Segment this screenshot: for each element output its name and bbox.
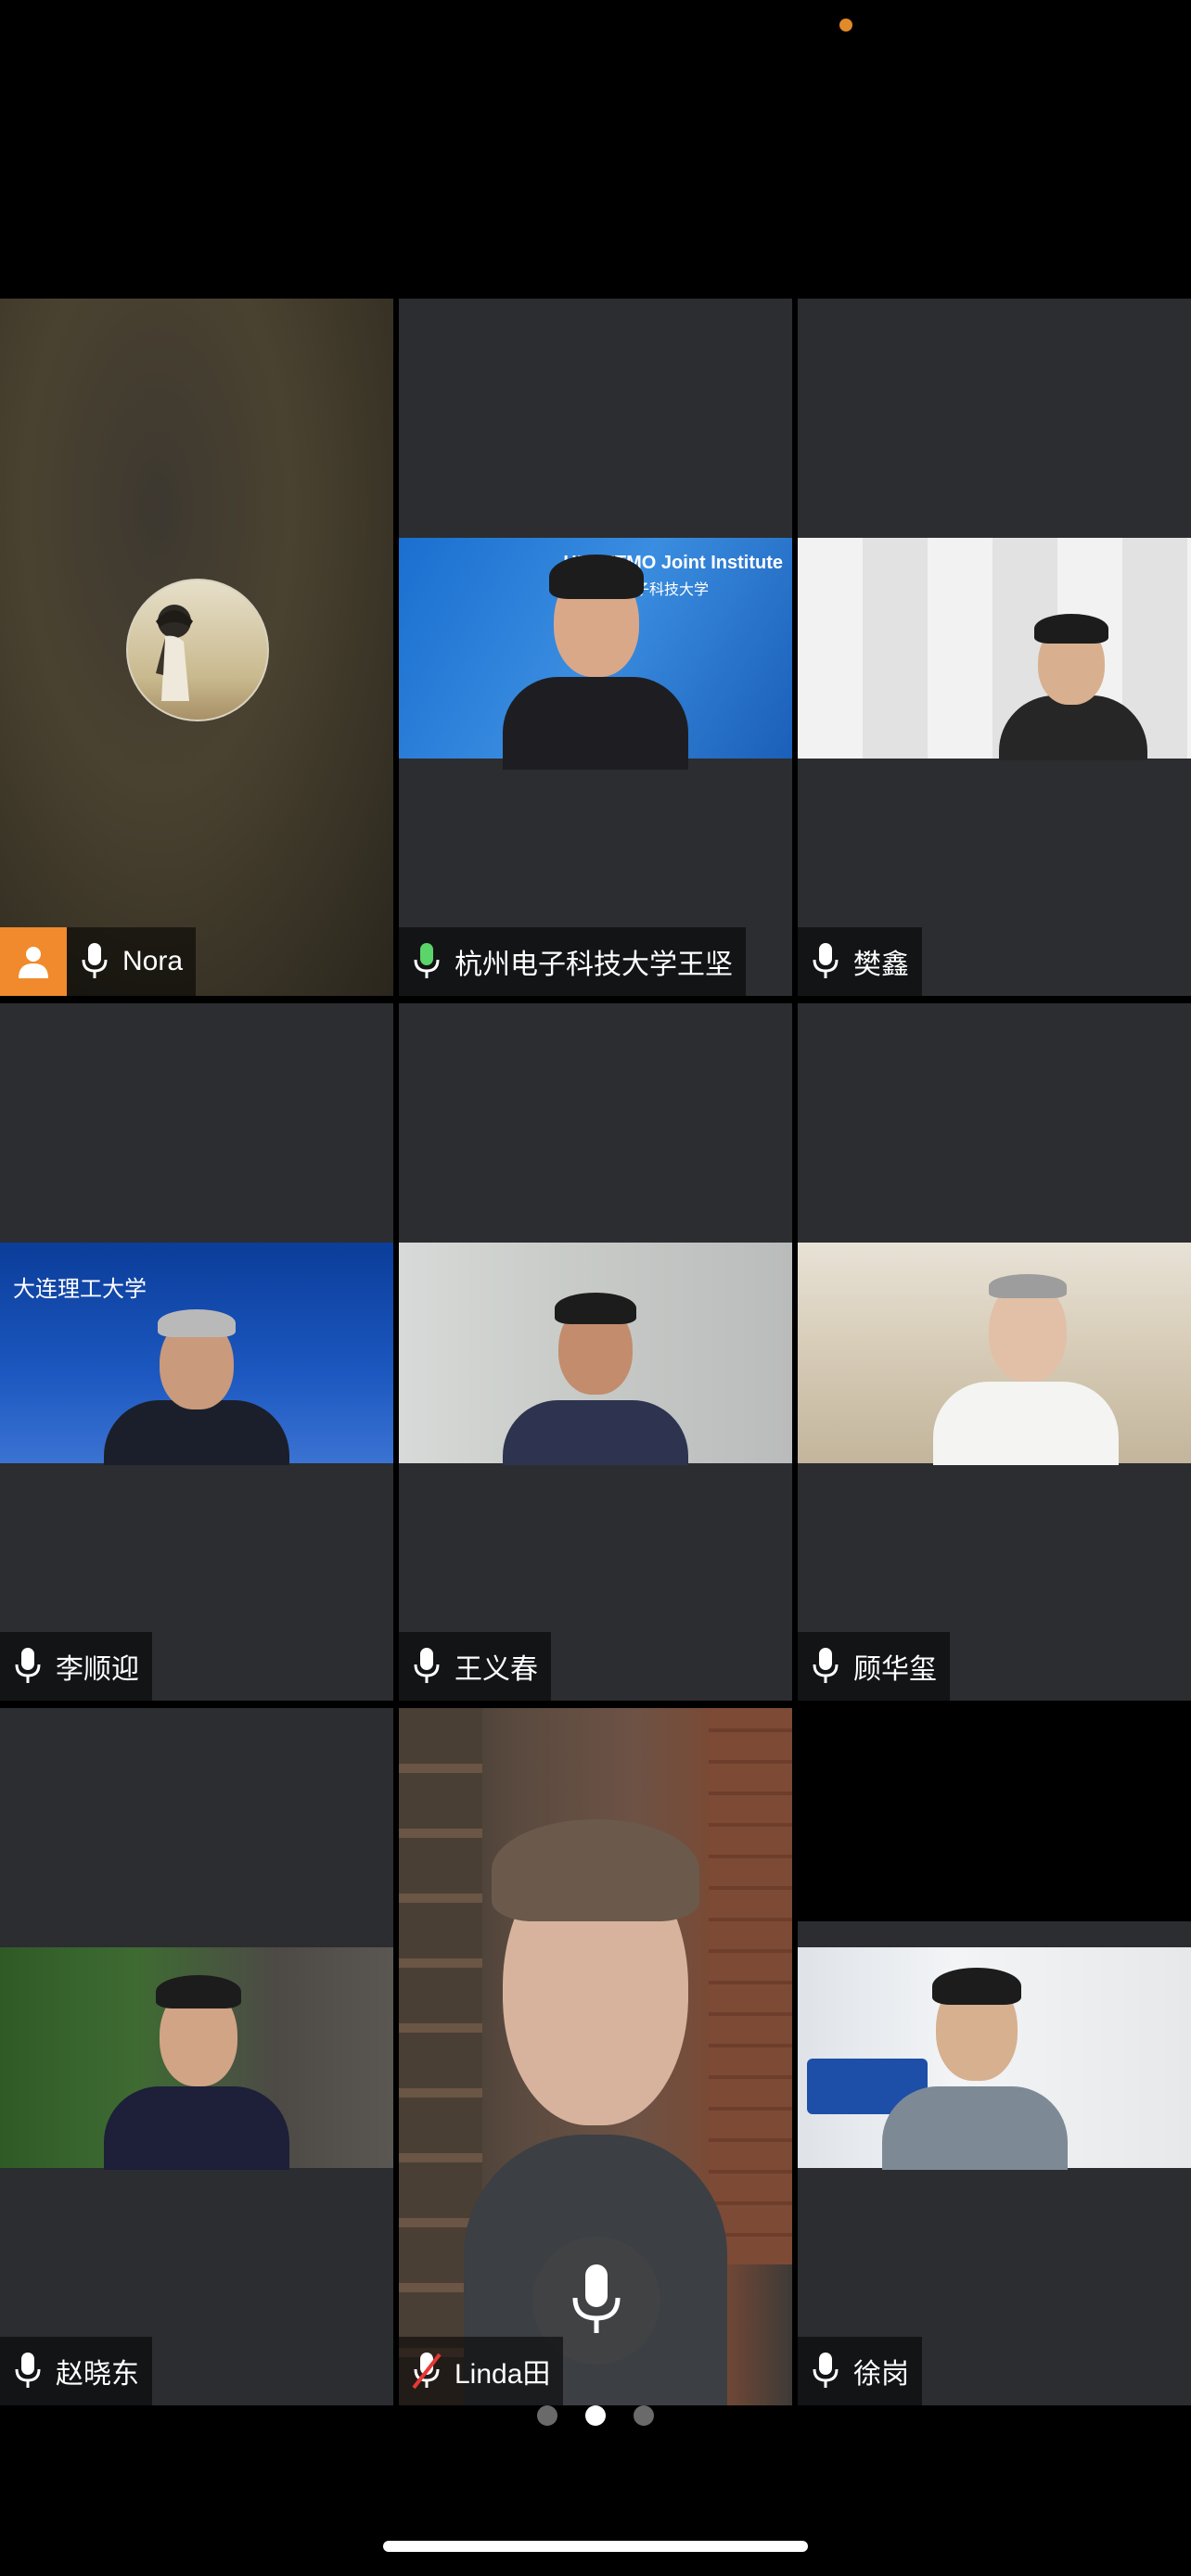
participant-name: 李顺迎 bbox=[56, 1654, 139, 1685]
video-feed bbox=[798, 1947, 1191, 2170]
participant-name-tag: 顾华玺 bbox=[798, 1632, 950, 1701]
participant-name: 赵晓东 bbox=[56, 2359, 139, 2390]
participant-name: Nora bbox=[122, 946, 184, 976]
participant-video bbox=[85, 1243, 308, 1465]
participant-tile-nora[interactable]: Nora bbox=[0, 299, 393, 996]
participant-tile-guhuaxi[interactable]: 顾华玺 bbox=[798, 1003, 1191, 1701]
mic-icon bbox=[0, 2337, 56, 2405]
video-feed bbox=[798, 538, 1191, 760]
page-indicator[interactable] bbox=[0, 2405, 1191, 2429]
participant-name: 徐岗 bbox=[853, 2359, 909, 2390]
participant-grid: Nora HDU-ITMO Joint Institute 子科技大学 杭州电子… bbox=[0, 299, 1191, 2407]
page-dot-3[interactable] bbox=[634, 2405, 654, 2426]
recording-indicator bbox=[839, 19, 852, 32]
page-dot-2[interactable] bbox=[585, 2405, 606, 2426]
video-feed bbox=[399, 1243, 792, 1465]
participant-video bbox=[456, 538, 735, 770]
participant-name: 杭州电子科技大学王坚 bbox=[455, 950, 733, 980]
page-dot-1[interactable] bbox=[537, 2405, 557, 2426]
home-indicator[interactable] bbox=[383, 2541, 808, 2552]
mic-icon bbox=[798, 927, 853, 996]
participant-name-tag: 王义春 bbox=[399, 1632, 551, 1701]
participant-tile-zhaoxiaodong[interactable]: 赵晓东 bbox=[0, 1708, 393, 2405]
avatar bbox=[126, 579, 269, 721]
mic-icon bbox=[798, 2337, 853, 2405]
mic-icon bbox=[399, 927, 455, 996]
person-icon bbox=[0, 927, 67, 996]
video-feed: HDU-ITMO Joint Institute 子科技大学 bbox=[399, 538, 792, 770]
video-feed bbox=[798, 1243, 1191, 1465]
participant-name-tag: 杭州电子科技大学王坚 bbox=[399, 927, 746, 996]
mic-icon bbox=[399, 1632, 455, 1701]
participant-name-tag: 樊鑫 bbox=[798, 927, 922, 996]
participant-name-tag: Nora bbox=[0, 927, 197, 996]
mic-icon bbox=[798, 1632, 853, 1701]
participant-video bbox=[915, 1243, 1137, 1465]
video-feed: 大连理工大学 bbox=[0, 1243, 393, 1465]
participant-tile-wangyichun[interactable]: 王义春 bbox=[399, 1003, 792, 1701]
mic-icon bbox=[0, 1632, 56, 1701]
participant-video bbox=[484, 1243, 707, 1465]
participant-name-tag: 徐岗 bbox=[798, 2337, 922, 2405]
participant-tile-fanxin[interactable]: 樊鑫 bbox=[798, 299, 1191, 996]
participant-video bbox=[980, 538, 1166, 760]
participant-name-tag: Linda田 bbox=[399, 2337, 564, 2405]
participant-name: 顾华玺 bbox=[853, 1654, 937, 1685]
meeting-screen: Nora HDU-ITMO Joint Institute 子科技大学 杭州电子… bbox=[0, 0, 1191, 2576]
participant-video bbox=[85, 1947, 308, 2170]
mic-muted-icon bbox=[399, 2337, 455, 2405]
participant-name-tag: 李顺迎 bbox=[0, 1632, 152, 1701]
participant-tile-wangjian[interactable]: HDU-ITMO Joint Institute 子科技大学 杭州电子科技大学王… bbox=[399, 299, 792, 996]
participant-name: 樊鑫 bbox=[853, 950, 909, 980]
participant-tile-linda[interactable]: Linda田 bbox=[399, 1708, 792, 2405]
mic-icon bbox=[67, 927, 122, 996]
participant-video bbox=[864, 1947, 1086, 2170]
participant-name-tag: 赵晓东 bbox=[0, 2337, 152, 2405]
video-feed bbox=[0, 1947, 393, 2170]
participant-name: 王义春 bbox=[455, 1654, 538, 1685]
participant-tile-xugang[interactable]: 徐岗 bbox=[798, 1708, 1191, 2405]
participant-name: Linda田 bbox=[455, 2359, 551, 2390]
participant-tile-lishunying[interactable]: 大连理工大学 李顺迎 bbox=[0, 1003, 393, 1701]
